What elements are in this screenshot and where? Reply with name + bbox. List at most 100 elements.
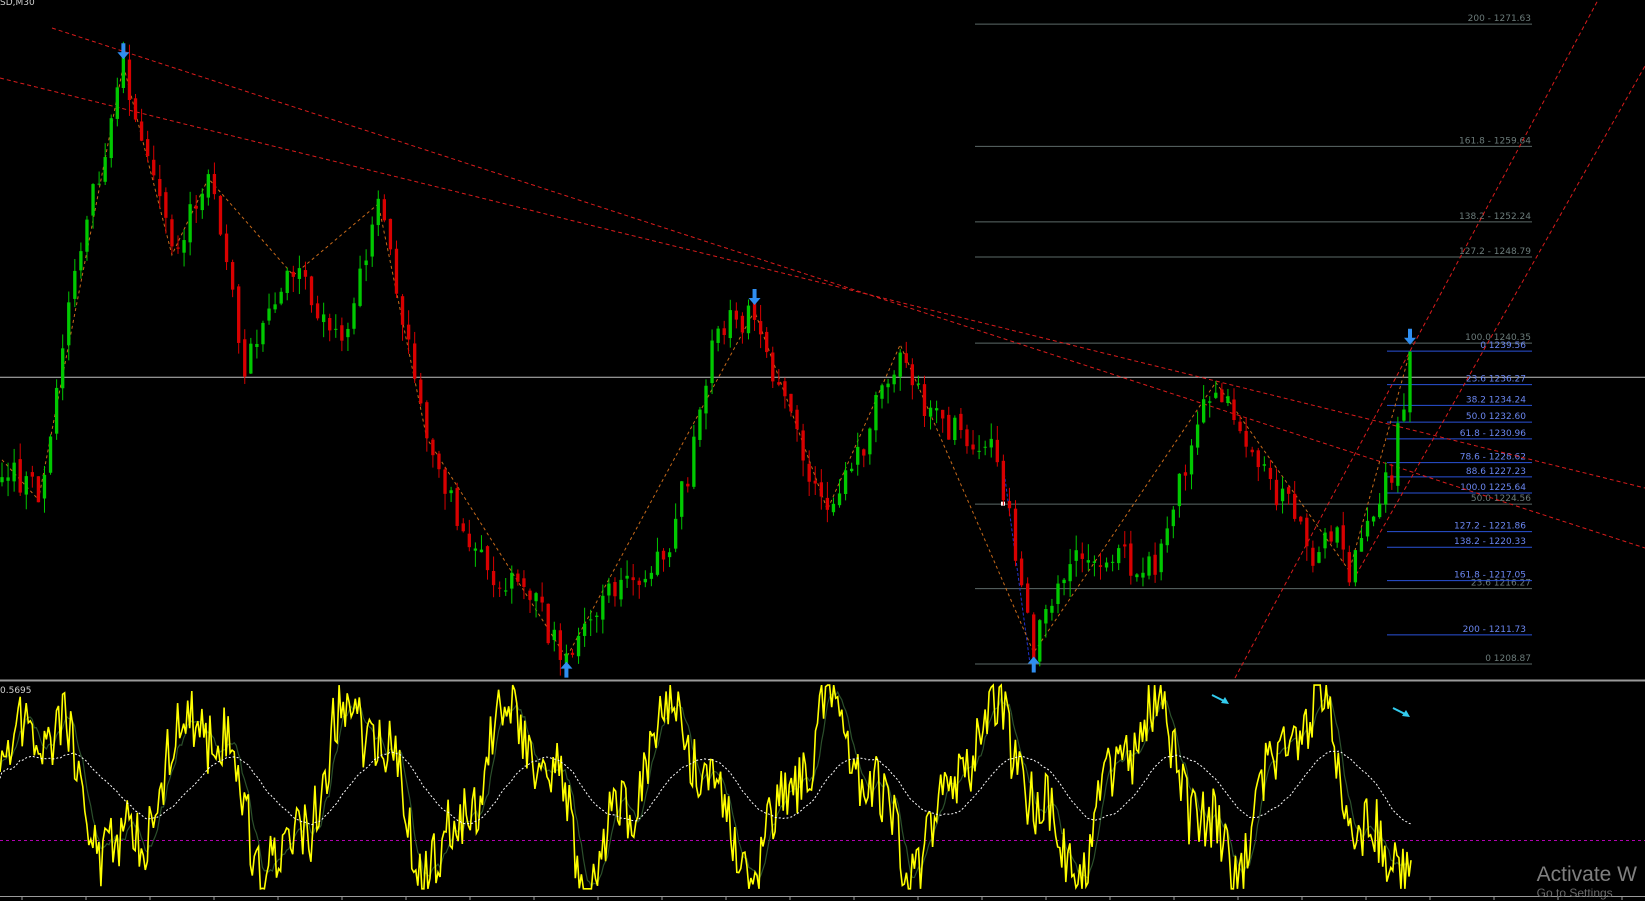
candle-body bbox=[862, 449, 866, 456]
candle-body bbox=[661, 550, 666, 560]
candle-body bbox=[631, 577, 635, 581]
candles bbox=[0, 41, 1412, 676]
candle-body bbox=[1062, 579, 1066, 584]
candle-body bbox=[1299, 516, 1303, 522]
candle-body bbox=[819, 482, 823, 497]
candle-body bbox=[704, 385, 708, 414]
candle-body bbox=[1305, 517, 1309, 547]
oscillator-signal-line bbox=[0, 750, 1412, 826]
price-chart[interactable]: 200 - 1271.63 161.8 - 1259.64 138.2 - 1252… bbox=[0, 0, 1645, 901]
support-trendline-steep bbox=[1234, 0, 1599, 679]
candle-body bbox=[188, 204, 192, 243]
candle-body bbox=[886, 383, 890, 388]
candle-body bbox=[346, 328, 350, 338]
chart-canvas[interactable]: 200 - 1271.63161.8 - 1259.64138.2 - 1252… bbox=[0, 0, 1645, 901]
candle-body bbox=[777, 382, 781, 385]
candle-body bbox=[692, 436, 696, 487]
candle-body bbox=[297, 268, 302, 279]
candle-body bbox=[370, 224, 374, 257]
candle-body bbox=[1092, 561, 1097, 563]
candle-body bbox=[1117, 548, 1121, 564]
candle-body bbox=[528, 590, 532, 600]
trendlines[interactable] bbox=[0, 0, 1645, 679]
candle-body bbox=[1110, 561, 1115, 563]
candle-body bbox=[376, 198, 380, 226]
candle-body bbox=[267, 308, 271, 321]
candle-body bbox=[825, 497, 830, 510]
candle-body bbox=[273, 304, 277, 310]
candle-body bbox=[910, 364, 915, 386]
candle-body bbox=[321, 314, 326, 323]
candle-body bbox=[552, 629, 556, 641]
candle-body bbox=[133, 98, 138, 120]
candle-body bbox=[765, 331, 769, 353]
candle-body bbox=[425, 402, 429, 439]
candle-body bbox=[601, 595, 605, 620]
candle-body bbox=[1280, 488, 1285, 502]
candle-body bbox=[1408, 351, 1412, 413]
candle-body bbox=[686, 483, 690, 487]
candle-body bbox=[1135, 574, 1139, 578]
candle-body bbox=[1250, 449, 1254, 453]
candle-body bbox=[1317, 552, 1321, 563]
candle-body bbox=[152, 159, 156, 176]
fib-grey-level-label: 0 1208.87 bbox=[1485, 654, 1531, 664]
candle-body bbox=[291, 271, 295, 277]
candle-body bbox=[1402, 409, 1406, 421]
upper-resistance-trendline bbox=[51, 27, 1645, 549]
candle-body bbox=[1335, 527, 1339, 543]
candle-body bbox=[1311, 547, 1315, 566]
candle-body bbox=[449, 490, 453, 494]
oscillator-pane bbox=[0, 683, 1645, 890]
candle-body bbox=[722, 328, 726, 336]
candle-body bbox=[1068, 564, 1072, 582]
candle-body bbox=[953, 417, 957, 441]
candle-body bbox=[30, 472, 35, 477]
candle-body bbox=[467, 533, 471, 548]
candle-body bbox=[48, 436, 53, 473]
candle-body bbox=[406, 324, 411, 340]
candle-body bbox=[36, 476, 41, 503]
candle-body bbox=[1050, 605, 1054, 613]
candle-body bbox=[1038, 620, 1042, 662]
candle-body bbox=[431, 439, 435, 456]
candle-body bbox=[546, 603, 550, 644]
candle-body bbox=[79, 251, 83, 271]
fibonacci-levels[interactable]: 200 - 1271.63161.8 - 1259.64138.2 - 1252… bbox=[975, 14, 1532, 665]
candle-body bbox=[856, 446, 860, 465]
candle-body bbox=[1220, 389, 1224, 403]
candle-body bbox=[279, 291, 283, 304]
fib-blue-level-label: 50.0 1232.60 bbox=[1466, 412, 1526, 422]
candle-body bbox=[934, 408, 939, 411]
candle-body bbox=[1086, 560, 1091, 563]
candle-body bbox=[158, 178, 162, 197]
candle-body bbox=[789, 393, 793, 412]
candle-body bbox=[758, 321, 763, 335]
candle-body bbox=[595, 615, 599, 617]
candle-body bbox=[437, 453, 441, 470]
candle-body bbox=[218, 195, 223, 235]
zigzag-line bbox=[1, 65, 1411, 659]
candle-body bbox=[625, 575, 629, 579]
candle-body bbox=[358, 268, 362, 306]
candle-body bbox=[67, 302, 71, 346]
fib-grey-level-label: 50.0 1224.56 bbox=[1471, 494, 1531, 504]
oscillator-slow-line bbox=[0, 690, 1412, 889]
candle-body bbox=[837, 493, 842, 506]
candle-body bbox=[315, 303, 320, 319]
candle-body bbox=[619, 579, 623, 600]
candle-body bbox=[880, 385, 884, 399]
fib-grey-level-label: 138.2 - 1252.24 bbox=[1459, 212, 1531, 222]
candle-body bbox=[1353, 550, 1358, 583]
candle-body bbox=[649, 572, 654, 579]
candle-body bbox=[807, 463, 811, 482]
candle-body bbox=[1262, 464, 1267, 466]
candle-body bbox=[42, 474, 47, 499]
candle-body bbox=[1025, 583, 1030, 613]
candle-body bbox=[1001, 460, 1006, 501]
candle-body bbox=[564, 653, 569, 664]
fib-blue-level-label: 100.0 1225.64 bbox=[1460, 483, 1526, 493]
fib-blue-level-label: 38.2 1234.24 bbox=[1466, 395, 1526, 405]
down-arrow-icon bbox=[117, 43, 130, 60]
candle-body bbox=[73, 270, 77, 299]
